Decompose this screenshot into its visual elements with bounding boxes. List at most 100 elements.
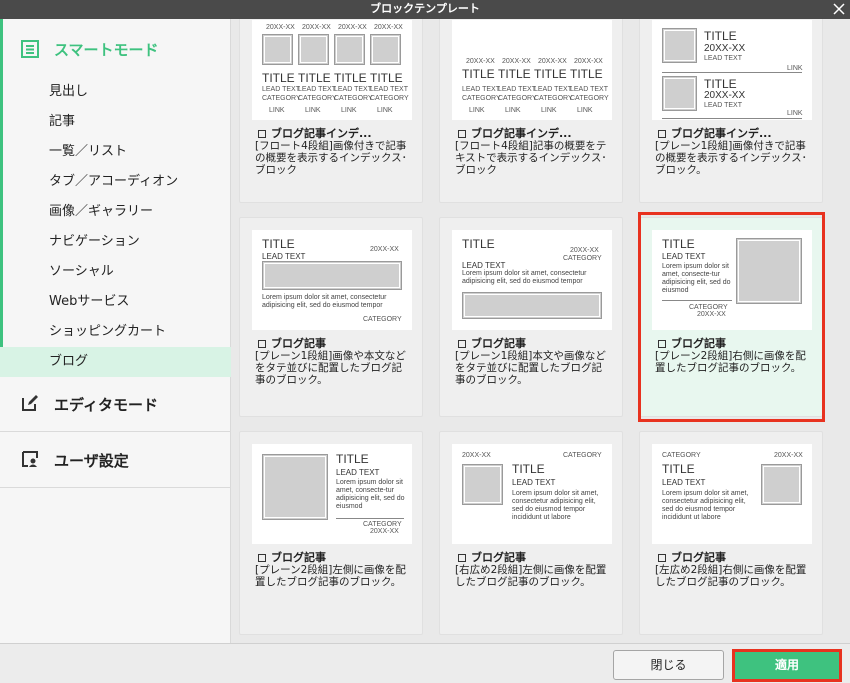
category-item-social[interactable]: ソーシャル — [0, 257, 231, 287]
block-icon — [658, 340, 666, 348]
card-title-text: ブログ記事 — [271, 551, 326, 564]
thumb-category: CATEGORY — [334, 95, 373, 102]
template-card[interactable]: TITLE 20XX-XX LEAD TEXT Lorem ipsum dolo… — [239, 217, 423, 417]
thumb-lead: LEAD TEXT — [262, 252, 306, 261]
card-title-text: ブログ記事 — [471, 337, 526, 350]
template-thumbnail: TITLE 20XX-XX CATEGORY LEAD TEXT Lorem i… — [452, 230, 612, 330]
card-title: ブログ記事 — [658, 549, 726, 565]
block-icon — [458, 130, 466, 138]
block-icon — [458, 340, 466, 348]
template-card[interactable]: 20XX-XX 20XX-XX 20XX-XX 20XX-XX TITLE TI… — [439, 19, 623, 203]
thumb-lead: LEAD TEXT — [462, 261, 506, 270]
thumb-title: TITLE — [262, 71, 295, 85]
block-icon — [458, 554, 466, 562]
category-item-shopping-cart[interactable]: ショッピングカート — [0, 317, 231, 347]
thumb-date: 20XX-XX — [570, 247, 599, 254]
thumb-link: LINK — [577, 107, 593, 114]
thumb-divider — [662, 300, 732, 301]
template-card[interactable]: CATEGORY 20XX-XX TITLE LEAD TEXT Lorem i… — [639, 431, 823, 635]
card-title: ブログ記事インデ... — [658, 125, 772, 141]
thumb-body: Lorem ipsum dolor sit amet, consectetur … — [512, 490, 599, 521]
thumb-date: 20XX-XX — [574, 58, 603, 65]
card-title: ブログ記事 — [258, 549, 326, 565]
template-thumbnail: 20XX-XX CATEGORY TITLE LEAD TEXT Lorem i… — [452, 444, 612, 544]
template-card-selected[interactable]: TITLE LEAD TEXT Lorem ipsum dolor sit am… — [639, 217, 823, 417]
card-title: ブログ記事 — [458, 549, 526, 565]
close-button[interactable]: 閉じる — [613, 650, 724, 680]
category-item-article[interactable]: 記事 — [0, 107, 231, 137]
card-title: ブログ記事インデ... — [458, 125, 572, 141]
thumb-link: LINK — [341, 107, 357, 114]
thumb-body: Lorem ipsum dolor sit amet, consectetur … — [462, 270, 587, 285]
card-description: [プレーン2段組]左側に画像を配置したブログ記事のブロック。 — [255, 564, 406, 588]
thumb-lead: LEAD TEXT — [704, 55, 742, 62]
thumb-category: CATEGORY — [262, 95, 301, 102]
card-title-text: ブログ記事インデ... — [271, 127, 372, 140]
thumb-link: LINK — [305, 107, 321, 114]
card-title: ブログ記事インデ... — [258, 125, 372, 141]
thumb-title: TITLE — [462, 237, 495, 251]
thumb-image-placeholder — [462, 464, 503, 505]
category-item-tab-accordion[interactable]: タブ／アコーディオン — [0, 167, 231, 197]
category-item-web-service[interactable]: Webサービス — [0, 287, 231, 317]
template-card[interactable]: TITLE LEAD TEXT Lorem ipsum dolor sit am… — [239, 431, 423, 635]
close-icon[interactable] — [832, 2, 846, 16]
thumb-lead: LEAD TEXT — [298, 86, 336, 93]
thumb-lead: LEAD TEXT — [570, 86, 608, 93]
thumb-body: Lorem ipsum dolor sit amet, consectetur … — [262, 294, 387, 309]
category-item-heading[interactable]: 見出し — [0, 77, 231, 107]
card-description: [プレーン1段組]画像付きで記事の概要を表示するインデックス･ブロック。 — [655, 140, 807, 176]
thumb-image-placeholder — [662, 76, 697, 111]
template-card[interactable]: 20XX-XX CATEGORY TITLE LEAD TEXT Lorem i… — [439, 431, 623, 635]
template-card[interactable]: TITLE 20XX-XX CATEGORY LEAD TEXT Lorem i… — [439, 217, 623, 417]
card-title-text: ブログ記事 — [671, 551, 726, 564]
thumb-category: CATEGORY — [370, 95, 409, 102]
mode-smart[interactable]: スマートモード — [0, 19, 230, 79]
thumb-date: 20XX-XX — [370, 246, 399, 253]
card-title-text: ブログ記事 — [271, 337, 326, 350]
thumb-title: TITLE — [262, 237, 295, 251]
thumb-lead: LEAD TEXT — [462, 86, 500, 93]
template-thumbnail: TITLE LEAD TEXT Lorem ipsum dolor sit am… — [652, 230, 812, 330]
thumb-category: CATEGORY — [298, 95, 337, 102]
thumb-image-placeholder — [298, 34, 329, 65]
card-description: [左広め2段組]右側に画像を配置したブログ記事のブロック。 — [655, 564, 807, 588]
thumb-title: TITLE — [298, 71, 331, 85]
thumb-category: CATEGORY — [363, 316, 402, 323]
block-icon — [658, 554, 666, 562]
thumb-divider — [662, 72, 802, 73]
thumb-date: 20XX-XX — [466, 58, 495, 65]
apply-button[interactable]: 適用 — [732, 649, 842, 682]
thumb-divider — [336, 518, 404, 519]
card-title-text: ブログ記事 — [671, 337, 726, 350]
dialog-footer: 閉じる 適用 — [0, 643, 850, 683]
category-item-blog[interactable]: ブログ — [0, 347, 231, 377]
thumb-date: 20XX-XX — [704, 43, 746, 54]
thumb-title: TITLE — [512, 462, 545, 476]
category-item-image-gallery[interactable]: 画像／ギャラリー — [0, 197, 231, 227]
thumb-divider — [662, 118, 802, 119]
template-card[interactable]: 20XX-XX 20XX-XX 20XX-XX 20XX-XX TITLE TI… — [239, 19, 423, 203]
thumb-date: 20XX-XX — [338, 24, 367, 31]
thumb-lead: LEAD TEXT — [662, 252, 706, 261]
template-card[interactable]: TITLE 20XX-XX LEAD TEXT LINK TITLE 20XX-… — [639, 19, 823, 203]
thumb-link: LINK — [541, 107, 557, 114]
category-item-navigation[interactable]: ナビゲーション — [0, 227, 231, 257]
thumb-image-placeholder — [370, 34, 401, 65]
thumb-image-placeholder — [262, 454, 328, 520]
window-title-bar: ブロックテンプレート — [0, 0, 850, 19]
card-title-text: ブログ記事インデ... — [471, 127, 572, 140]
thumb-date: 20XX-XX — [774, 452, 803, 459]
mode-user-settings[interactable]: ユーザ設定 — [0, 432, 231, 488]
category-item-list[interactable]: 一覧／リスト — [0, 137, 231, 167]
sidebar: スマートモード 見出し 記事 一覧／リスト タブ／アコーディオン 画像／ギャラリ… — [0, 19, 231, 643]
thumb-title: TITLE — [498, 67, 531, 81]
template-thumbnail: CATEGORY 20XX-XX TITLE LEAD TEXT Lorem i… — [652, 444, 812, 544]
thumb-category: CATEGORY — [689, 304, 728, 311]
card-description: [右広め2段組]左側に画像を配置したブログ記事のブロック。 — [455, 564, 607, 588]
template-thumbnail: TITLE 20XX-XX LEAD TEXT Lorem ipsum dolo… — [252, 230, 412, 330]
thumb-date: 20XX-XX — [538, 58, 567, 65]
thumb-link: LINK — [787, 110, 803, 117]
mode-editor[interactable]: エディタモード — [0, 376, 231, 432]
thumb-title: TITLE — [570, 67, 603, 81]
